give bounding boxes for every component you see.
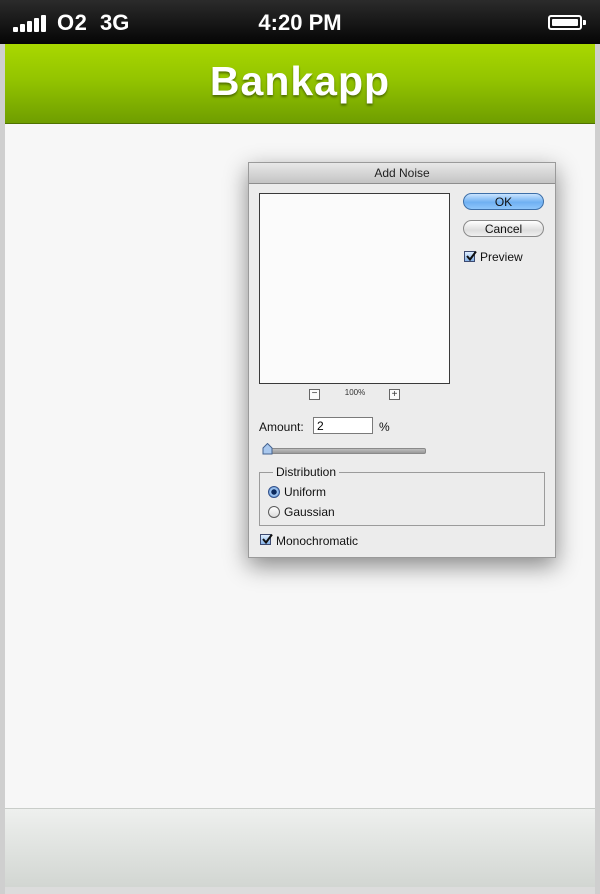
add-noise-dialog: Add Noise − 100% + OK Cancel Preview Amo…	[248, 162, 556, 558]
zoom-in-button[interactable]: +	[389, 389, 400, 400]
preview-checkbox[interactable]	[464, 250, 477, 262]
preview-label: Preview	[480, 250, 523, 264]
amount-unit: %	[379, 420, 390, 434]
amount-slider-thumb[interactable]	[262, 443, 273, 455]
distribution-legend: Distribution	[273, 465, 340, 479]
amount-slider-track[interactable]	[265, 448, 426, 454]
cancel-button[interactable]: Cancel	[463, 220, 544, 237]
amount-label: Amount:	[259, 420, 304, 434]
right-edge	[595, 44, 600, 894]
preview-canvas[interactable]	[259, 193, 450, 384]
battery-icon	[548, 15, 586, 30]
gaussian-radio[interactable]	[268, 506, 280, 518]
uniform-radio[interactable]	[268, 486, 280, 498]
status-bar: O2 3G 4:20 PM	[0, 0, 600, 44]
uniform-label: Uniform	[284, 485, 327, 499]
gaussian-label: Gaussian	[284, 505, 335, 519]
zoom-out-button[interactable]: −	[309, 389, 320, 400]
status-time: 4:20 PM	[258, 10, 342, 35]
monochromatic-label: Monochromatic	[276, 534, 359, 548]
checkmark-icon	[262, 533, 273, 545]
ok-button[interactable]: OK	[463, 193, 544, 210]
zoom-level: 100%	[344, 388, 366, 397]
navigation-bar: Bankapp	[5, 44, 595, 124]
dialog-title: Add Noise	[249, 163, 555, 184]
monochromatic-checkbox[interactable]	[260, 533, 273, 545]
bottom-toolbar	[5, 808, 595, 887]
checkmark-icon	[466, 250, 477, 262]
nav-title: Bankapp	[209, 58, 391, 104]
phone-screen: O2 3G 4:20 PM Bankapp Add Noise − 100% +…	[0, 0, 600, 894]
amount-input[interactable]	[313, 417, 373, 434]
